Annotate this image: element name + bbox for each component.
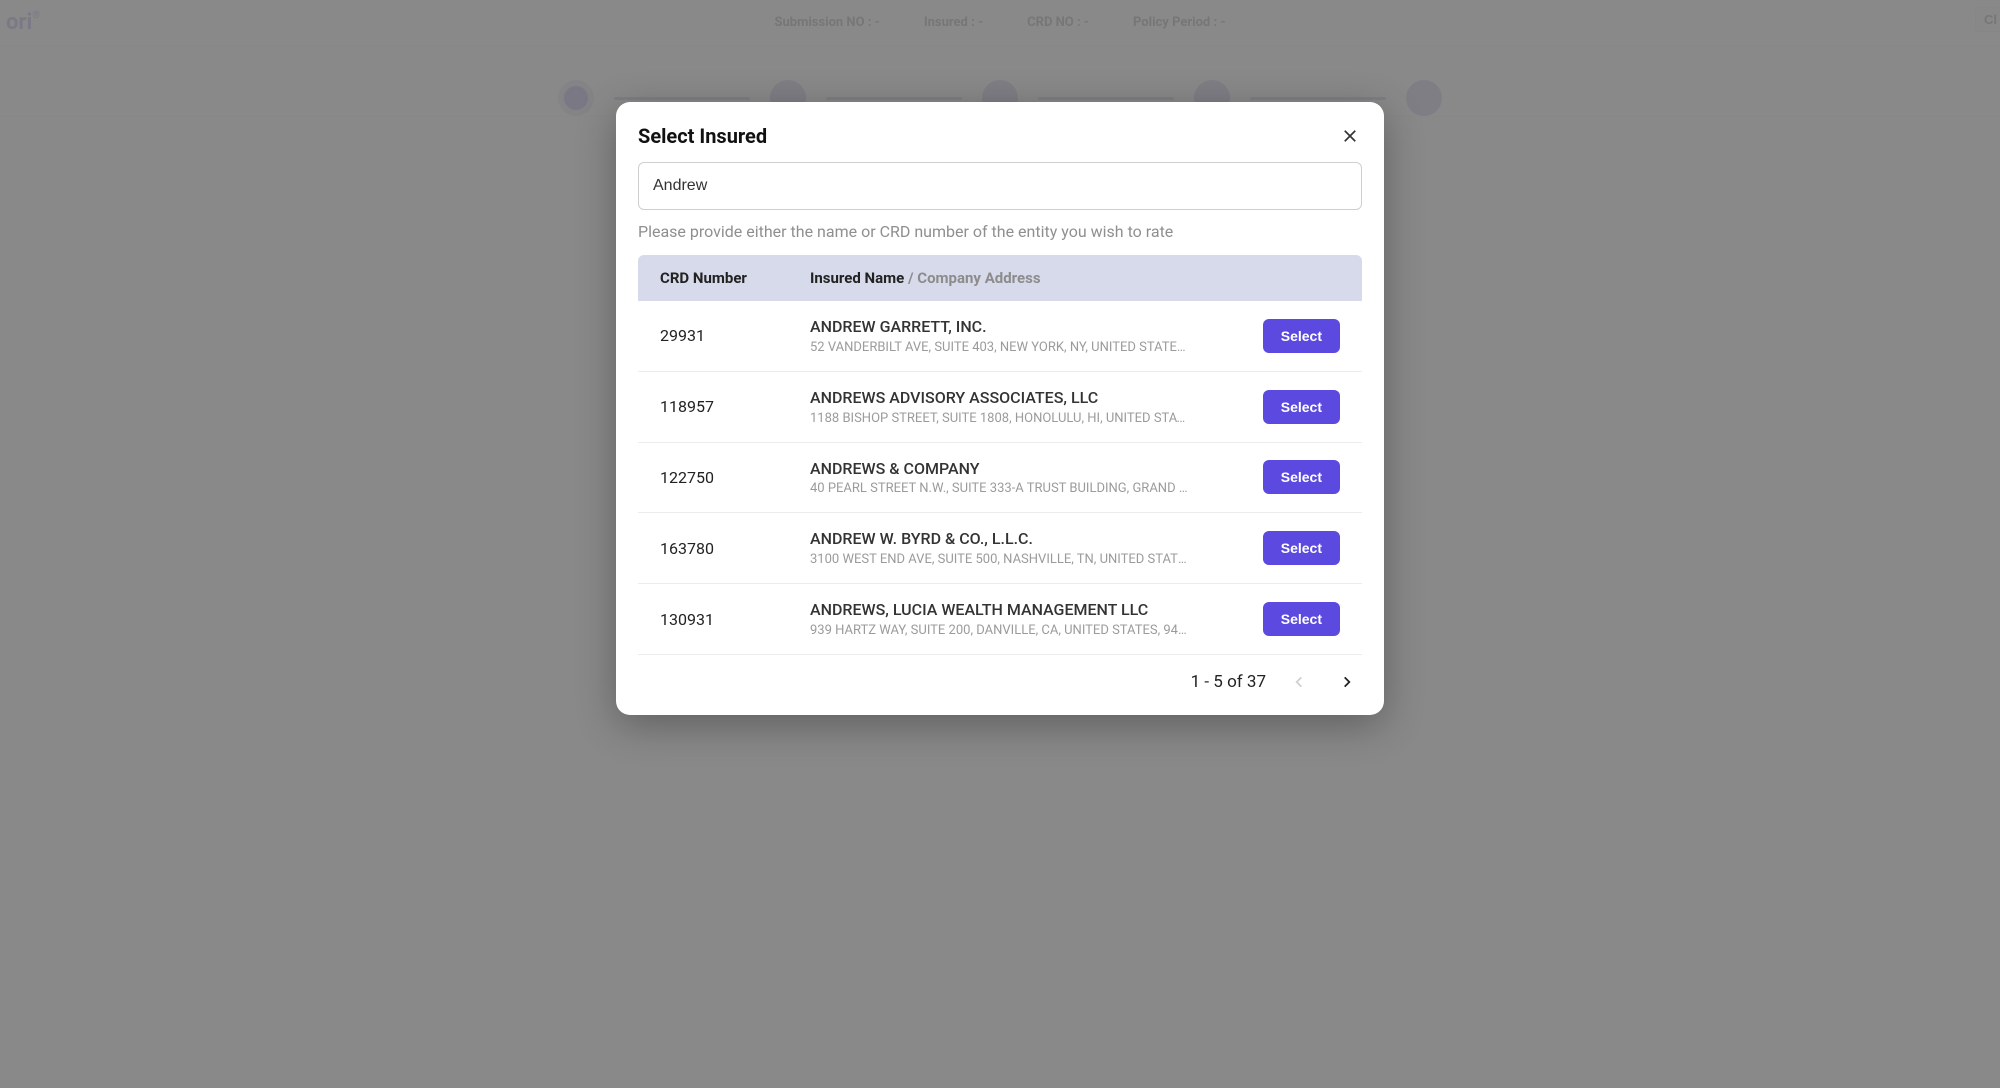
- table-row: 163780ANDREW W. BYRD & CO., L.L.C. 3100 W…: [638, 513, 1362, 584]
- col-insured-sep: /: [908, 269, 917, 287]
- crd-number: 130931: [660, 610, 810, 629]
- pagination-next-button[interactable]: [1332, 667, 1362, 697]
- insured-info: ANDREW W. BYRD & CO., L.L.C. 3100 WEST EN…: [810, 529, 1263, 567]
- modal-title: Select Insured: [638, 124, 767, 148]
- crd-number: 122750: [660, 468, 810, 487]
- insured-info: ANDREWS, LUCIA WEALTH MANAGEMENT LLC 939 …: [810, 600, 1263, 638]
- col-insured-name: Insured Name / Company Address: [810, 269, 1041, 287]
- company-address: 52 VANDERBILT AVE, SUITE 403, NEW YORK, …: [810, 340, 1190, 355]
- modal-overlay-container[interactable]: Select Insured Please provide either the…: [0, 0, 2000, 1088]
- search-helper-text: Please provide either the name or CRD nu…: [616, 210, 1384, 255]
- insured-name: ANDREWS, LUCIA WEALTH MANAGEMENT LLC: [810, 600, 1249, 621]
- insured-name: ANDREW W. BYRD & CO., L.L.C.: [810, 529, 1249, 550]
- company-address: 40 PEARL STREET N.W., SUITE 333-A TRUST …: [810, 481, 1190, 496]
- select-button[interactable]: Select: [1263, 460, 1340, 494]
- select-button[interactable]: Select: [1263, 319, 1340, 353]
- crd-number: 29931: [660, 326, 810, 345]
- insured-name: ANDREW GARRETT, INC.: [810, 317, 1249, 338]
- table-row: 29931ANDREW GARRETT, INC. 52 VANDERBILT A…: [638, 301, 1362, 372]
- select-insured-modal: Select Insured Please provide either the…: [616, 102, 1384, 715]
- crd-number: 163780: [660, 539, 810, 558]
- table-row: 122750ANDREWS & COMPANY40 PEARL STREET N…: [638, 443, 1362, 514]
- insured-info: ANDREWS ADVISORY ASSOCIATES, LLC 1188 BIS…: [810, 388, 1263, 426]
- insured-name: ANDREWS ADVISORY ASSOCIATES, LLC: [810, 388, 1249, 409]
- pagination-prev-button[interactable]: [1284, 667, 1314, 697]
- chevron-left-icon: [1292, 671, 1306, 693]
- insured-name: ANDREWS & COMPANY: [810, 459, 1249, 480]
- col-company-address: Company Address: [917, 269, 1040, 287]
- insured-info: ANDREWS & COMPANY40 PEARL STREET N.W., S…: [810, 459, 1263, 497]
- table-row: 118957ANDREWS ADVISORY ASSOCIATES, LLC 11…: [638, 372, 1362, 443]
- chevron-right-icon: [1340, 671, 1354, 693]
- modal-header: Select Insured: [616, 120, 1384, 162]
- table-row: 130931ANDREWS, LUCIA WEALTH MANAGEMENT L…: [638, 584, 1362, 655]
- col-insured-name-strong: Insured Name: [810, 269, 908, 287]
- company-address: 1188 BISHOP STREET, SUITE 1808, HONOLULU…: [810, 411, 1190, 426]
- close-button[interactable]: [1338, 124, 1362, 148]
- close-icon: [1341, 127, 1359, 145]
- company-address: 939 HARTZ WAY, SUITE 200, DANVILLE, CA, …: [810, 623, 1190, 638]
- select-button[interactable]: Select: [1263, 390, 1340, 424]
- search-input[interactable]: [638, 162, 1362, 210]
- search-wrap: [616, 162, 1384, 210]
- crd-number: 118957: [660, 397, 810, 416]
- select-button[interactable]: Select: [1263, 531, 1340, 565]
- col-crd-number: CRD Number: [660, 269, 810, 287]
- insured-info: ANDREW GARRETT, INC. 52 VANDERBILT AVE, S…: [810, 317, 1263, 355]
- pagination: 1 - 5 of 37: [616, 655, 1384, 715]
- results-table: CRD Number Insured Name / Company Addres…: [638, 255, 1362, 655]
- table-header: CRD Number Insured Name / Company Addres…: [638, 255, 1362, 301]
- select-button[interactable]: Select: [1263, 602, 1340, 636]
- company-address: 3100 WEST END AVE, SUITE 500, NASHVILLE,…: [810, 552, 1190, 567]
- pagination-label: 1 - 5 of 37: [1191, 672, 1266, 692]
